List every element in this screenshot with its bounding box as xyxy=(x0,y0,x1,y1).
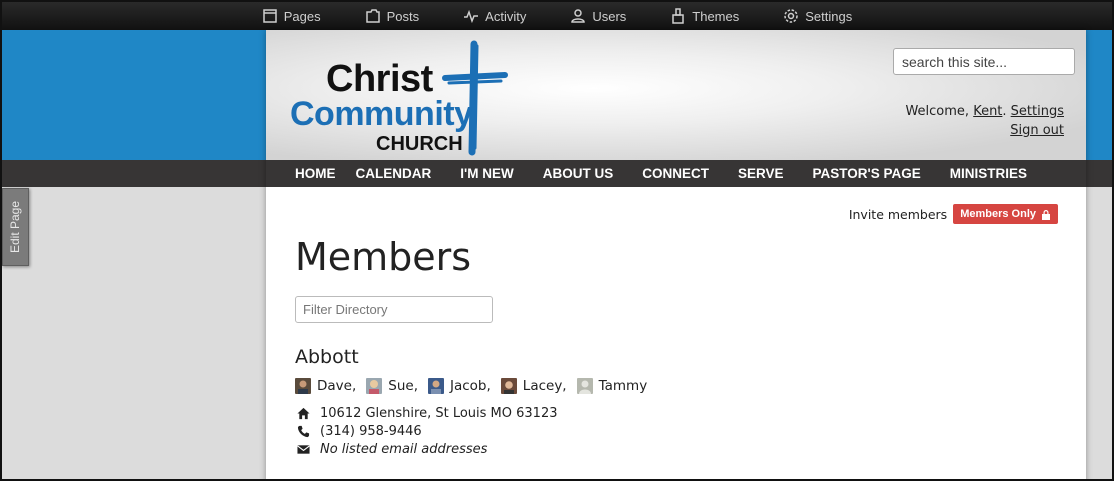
nav-calendar[interactable]: CALENDAR xyxy=(356,166,432,181)
admin-bar: Pages Posts Activity Users Themes Settin… xyxy=(2,2,1112,30)
address-text: 10612 Glenshire, St Louis MO 63123 xyxy=(320,406,558,421)
avatar xyxy=(366,378,383,394)
users-icon xyxy=(571,9,586,23)
nav-connect[interactable]: CONNECT xyxy=(642,166,709,181)
invite-members-link[interactable]: Invite members xyxy=(849,207,947,222)
admin-users-link[interactable]: Users xyxy=(570,8,626,24)
nav-pastors-page[interactable]: PASTOR'S PAGE xyxy=(812,166,920,181)
main-nav: HOME CALENDAR I'M NEW ABOUT US CONNECT S… xyxy=(266,160,1086,187)
nav-im-new[interactable]: I'M NEW xyxy=(460,166,513,181)
member-name: Lacey, xyxy=(522,378,567,394)
members-only-badge: Members Only xyxy=(953,204,1058,224)
avatar-placeholder xyxy=(576,378,593,394)
members-only-label: Members Only xyxy=(960,208,1036,220)
lock-icon xyxy=(1042,209,1050,220)
site-header: Christ Community CHURCH Welcome, Kent. S… xyxy=(266,30,1086,160)
nav-ministries[interactable]: MINISTRIES xyxy=(950,166,1027,181)
admin-pages-link[interactable]: Pages xyxy=(262,8,321,24)
sign-out-link[interactable]: Sign out xyxy=(1010,123,1064,138)
nav-serve[interactable]: SERVE xyxy=(738,166,784,181)
avatar xyxy=(428,378,444,394)
address-row: 10612 Glenshire, St Louis MO 63123 xyxy=(297,406,558,421)
home-icon xyxy=(297,407,310,420)
avatar xyxy=(295,378,311,394)
gear-icon xyxy=(784,9,798,23)
admin-users-label: Users xyxy=(592,8,627,24)
admin-pages-label: Pages xyxy=(283,8,321,24)
member-lacey[interactable]: Lacey, xyxy=(500,378,567,394)
pulse-icon xyxy=(464,9,479,24)
envelope-icon xyxy=(297,445,310,454)
user-name-link[interactable]: Kent xyxy=(973,104,1002,119)
member-name: Jacob, xyxy=(450,378,491,394)
member-sue[interactable]: Sue, xyxy=(366,378,418,394)
browser-frame: Pages Posts Activity Users Themes Settin… xyxy=(0,0,1114,481)
phone-text: (314) 958-9446 xyxy=(320,424,422,439)
email-text: No listed email addresses xyxy=(320,442,488,457)
admin-themes-label: Themes xyxy=(692,8,740,24)
admin-settings-label: Settings xyxy=(805,8,853,24)
nav-home[interactable]: HOME xyxy=(295,166,336,181)
logo-line-community: Community xyxy=(290,95,473,133)
settings-link[interactable]: Settings xyxy=(1011,104,1064,119)
admin-settings-link[interactable]: Settings xyxy=(783,8,852,24)
email-row: No listed email addresses xyxy=(297,442,487,457)
folder-icon xyxy=(365,9,380,23)
welcome-text: Welcome, xyxy=(905,104,970,119)
member-jacob[interactable]: Jacob, xyxy=(428,378,491,394)
church-logo[interactable]: Christ Community CHURCH xyxy=(286,40,516,156)
avatar xyxy=(500,378,517,394)
page-title: Members xyxy=(295,235,472,279)
filter-directory-input[interactable] xyxy=(295,296,493,323)
admin-posts-label: Posts xyxy=(386,8,420,24)
nav-about-us[interactable]: ABOUT US xyxy=(543,166,614,181)
admin-activity-link[interactable]: Activity xyxy=(463,8,526,24)
edit-page-label: Edit Page xyxy=(8,200,23,254)
admin-posts-link[interactable]: Posts xyxy=(365,8,420,24)
family-name: Abbott xyxy=(295,346,359,368)
member-name: Tammy xyxy=(598,378,648,394)
edit-page-tab[interactable]: Edit Page xyxy=(2,188,29,266)
member-tammy[interactable]: Tammy xyxy=(576,378,648,394)
family-members: Dave, Sue, Jacob, Lacey, Tammy xyxy=(295,378,657,394)
admin-activity-label: Activity xyxy=(485,8,527,24)
member-dave[interactable]: Dave, xyxy=(295,378,356,394)
page-container: Christ Community CHURCH Welcome, Kent. S… xyxy=(266,30,1086,479)
phone-row: (314) 958-9446 xyxy=(297,424,422,439)
admin-themes-link[interactable]: Themes xyxy=(670,8,739,24)
invite-area: Invite members Members Only xyxy=(849,204,1058,224)
site-search-input[interactable] xyxy=(893,48,1075,75)
user-welcome: Welcome, Kent. Settings Sign out xyxy=(905,104,1064,138)
brush-icon xyxy=(672,8,685,24)
member-name: Sue, xyxy=(388,378,418,394)
logo-line-church: CHURCH xyxy=(376,133,463,155)
page-icon xyxy=(263,9,277,23)
phone-icon xyxy=(297,425,310,438)
member-name: Dave, xyxy=(317,378,357,394)
